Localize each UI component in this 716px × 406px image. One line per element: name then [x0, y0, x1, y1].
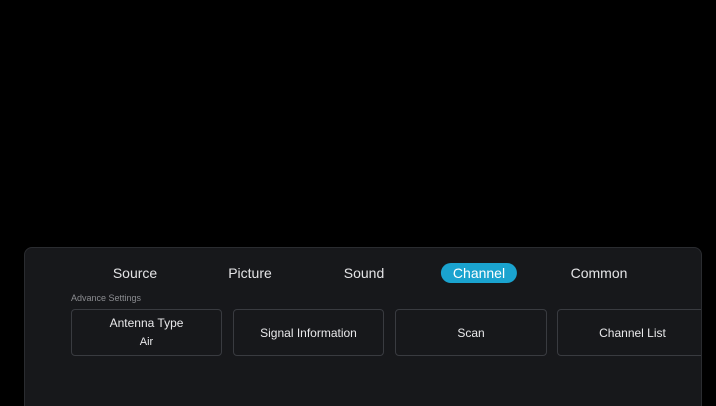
antenna-type-title: Antenna Type — [109, 316, 184, 330]
antenna-type-value: Air — [139, 336, 154, 348]
tv-screen: Source Picture Sound Channel Common Adva… — [0, 0, 716, 406]
tab-sound[interactable]: Sound — [344, 263, 384, 283]
settings-panel: Source Picture Sound Channel Common Adva… — [24, 247, 702, 406]
scan-card[interactable]: Scan — [395, 309, 547, 356]
tab-picture[interactable]: Picture — [228, 263, 272, 283]
tab-source[interactable]: Source — [113, 263, 157, 283]
scan-title: Scan — [457, 325, 485, 340]
channel-list-card[interactable]: Channel List — [557, 309, 701, 356]
advance-settings-label: Advance Settings — [71, 293, 142, 303]
signal-information-card[interactable]: Signal Information — [233, 309, 384, 356]
antenna-type-card[interactable]: Antenna Type Air — [71, 309, 222, 356]
channel-list-title: Channel List — [599, 325, 666, 340]
signal-information-title: Signal Information — [260, 325, 357, 340]
tab-channel[interactable]: Channel — [440, 263, 518, 283]
tab-common[interactable]: Common — [571, 263, 628, 283]
